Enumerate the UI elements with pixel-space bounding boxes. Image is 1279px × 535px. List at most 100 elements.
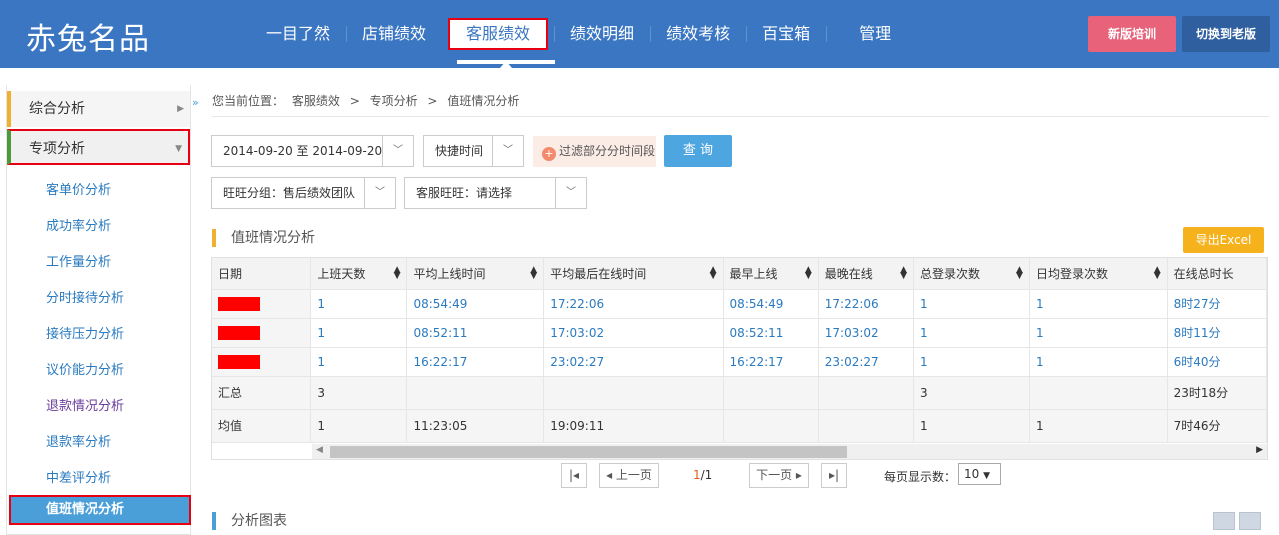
- scroll-right-icon[interactable]: ▶: [1256, 445, 1263, 455]
- table-cell: 23时18分: [1167, 376, 1267, 410]
- sidebar-item-success-rate[interactable]: 成功率分析: [46, 215, 111, 234]
- table-cell: 均值: [212, 409, 312, 443]
- table-cell[interactable]: 1: [310, 318, 408, 348]
- sidebar-item-workload[interactable]: 工作量分析: [46, 251, 111, 270]
- total-pages: /1: [700, 468, 713, 482]
- table-cell[interactable]: 1: [310, 347, 408, 377]
- column-header-workdays[interactable]: 上班天数 ▲ ▼: [310, 258, 408, 290]
- chevron-right-icon: ▶: [177, 104, 184, 114]
- export-excel-button[interactable]: 导出Excel: [1183, 227, 1264, 253]
- sidebar-item-bad-review[interactable]: 中差评分析: [46, 467, 111, 486]
- service-agent-select[interactable]: 客服旺旺：请选择 ﹀: [404, 177, 587, 209]
- chevron-down-icon[interactable]: ﹀: [555, 178, 586, 208]
- breadcrumb-link[interactable]: 客服绩效: [292, 94, 340, 108]
- quick-time-select[interactable]: 快捷时间 ﹀: [423, 135, 524, 167]
- sidebar-item-hourly-reception[interactable]: 分时接待分析: [46, 287, 124, 306]
- filter-time-period-label: 过滤部分分时间段: [559, 144, 656, 158]
- table-cell[interactable]: 1: [913, 289, 1030, 319]
- current-page: 1: [693, 468, 701, 482]
- horizontal-scrollbar[interactable]: ◀ ▶: [312, 444, 1267, 459]
- table-cell[interactable]: 1: [1029, 318, 1168, 348]
- nav-performance-review[interactable]: 绩效考核: [650, 22, 746, 46]
- column-header-daily-logins[interactable]: 日均登录次数 ▲ ▼: [1029, 258, 1168, 290]
- column-header-avg-last-online[interactable]: 平均最后在线时间 ▲ ▼: [543, 258, 724, 290]
- filter-time-period-button[interactable]: + 过滤部分分时间段: [533, 136, 656, 167]
- scroll-left-icon[interactable]: ◀: [316, 445, 323, 455]
- nav-overview[interactable]: 一目了然: [250, 22, 346, 46]
- table-cell[interactable]: 23:02:27: [818, 347, 915, 377]
- column-header-earliest-online[interactable]: 最早上线 ▲ ▼: [723, 258, 819, 290]
- first-page-icon: |◂: [568, 468, 580, 482]
- query-button[interactable]: 查 询: [664, 135, 732, 167]
- nav-performance-detail[interactable]: 绩效明细: [554, 22, 650, 46]
- table-cell[interactable]: 16:22:17: [406, 347, 545, 377]
- table-cell: 7时46分: [1167, 409, 1267, 443]
- sidebar-item-refund-status[interactable]: 退款情况分析: [46, 395, 124, 414]
- sidebar-item-duty-analysis[interactable]: 值班情况分析: [9, 495, 191, 525]
- nav-toolbox[interactable]: 百宝箱: [746, 22, 826, 46]
- table-cell[interactable]: 1: [1029, 289, 1168, 319]
- last-page-icon: ▸|: [828, 468, 840, 482]
- switch-old-version-button[interactable]: 切换到老版: [1182, 16, 1270, 52]
- table-cell[interactable]: 08:54:49: [723, 289, 819, 319]
- next-page-button[interactable]: 下一页 ▸: [749, 463, 809, 488]
- table-cell[interactable]: 08:52:11: [723, 318, 819, 348]
- nav-manage[interactable]: 管理: [826, 22, 907, 46]
- nav-shop-performance[interactable]: 店铺绩效: [346, 22, 442, 46]
- wangwang-group-value: 旺旺分组：售后绩效团队: [223, 186, 356, 200]
- table-cell[interactable]: 17:22:06: [818, 289, 915, 319]
- sidebar-item-refund-rate[interactable]: 退款率分析: [46, 431, 111, 450]
- date-cell-redacted: [212, 318, 312, 348]
- sidebar-item-bargaining[interactable]: 议价能力分析: [46, 359, 124, 378]
- bar-chart-icon[interactable]: [1239, 512, 1261, 530]
- column-header-date: 日期: [212, 258, 312, 290]
- app-logo[interactable]: 赤兔名品: [26, 14, 150, 58]
- breadcrumb-separator: >: [349, 94, 360, 108]
- prev-page-button[interactable]: ◂ 上一页: [599, 463, 659, 488]
- scrollbar-thumb[interactable]: [330, 446, 847, 458]
- table-cell: [543, 376, 724, 410]
- table-cell[interactable]: 23:02:27: [543, 347, 724, 377]
- column-header-online-duration[interactable]: 在线总时长: [1167, 258, 1267, 290]
- table-row: 1 08:54:49 17:22:06 08:54:49 17:22:06 1 …: [212, 289, 1267, 319]
- wangwang-group-select[interactable]: 旺旺分组：售后绩效团队 ﹀: [211, 177, 396, 209]
- last-page-button[interactable]: ▸|: [821, 463, 847, 488]
- table-cell[interactable]: 08:54:49: [406, 289, 545, 319]
- per-page-select[interactable]: 10 ▼: [958, 463, 1001, 485]
- sidebar-group-label: 综合分析: [29, 101, 85, 117]
- sidebar-group-comprehensive[interactable]: 综合分析 ▶: [7, 91, 190, 127]
- nav-service-performance[interactable]: 客服绩效: [448, 18, 549, 50]
- table-cell[interactable]: 8时11分: [1167, 318, 1267, 348]
- table-header-row: 日期 上班天数 ▲ ▼ 平均上线时间 ▲ ▼ 平均最后在线时间 ▲ ▼ 最早上线 ▲ ▼ 最晚在…: [212, 258, 1267, 290]
- chevron-down-icon[interactable]: ﹀: [492, 136, 523, 166]
- sidebar-item-reception-pressure[interactable]: 接待压力分析: [46, 323, 124, 342]
- column-header-avg-online[interactable]: 平均上线时间 ▲ ▼: [406, 258, 545, 290]
- chevron-down-icon[interactable]: ﹀: [382, 136, 413, 166]
- table-cell[interactable]: 08:52:11: [406, 318, 545, 348]
- column-header-latest-online[interactable]: 最晚在线 ▲ ▼: [818, 258, 915, 290]
- line-chart-icon[interactable]: [1213, 512, 1235, 530]
- column-header-total-logins[interactable]: 总登录次数 ▲ ▼: [913, 258, 1030, 290]
- new-training-button[interactable]: 新版培训: [1088, 16, 1176, 52]
- table-cell[interactable]: 8时27分: [1167, 289, 1267, 319]
- sidebar-group-special[interactable]: 专项分析 ▼: [7, 129, 190, 165]
- table-cell: 3: [310, 376, 408, 410]
- table-cell: 1: [310, 409, 408, 443]
- collapse-sidebar-icon[interactable]: »: [192, 96, 199, 109]
- table-cell[interactable]: 16:22:17: [723, 347, 819, 377]
- table-cell[interactable]: 1: [310, 289, 408, 319]
- table-cell[interactable]: 17:03:02: [543, 318, 724, 348]
- table-cell[interactable]: 1: [913, 347, 1030, 377]
- breadcrumb-link[interactable]: 专项分析: [370, 94, 418, 108]
- table-cell[interactable]: 1: [1029, 347, 1168, 377]
- chevron-down-icon[interactable]: ﹀: [364, 178, 395, 208]
- date-range-picker[interactable]: 2014-09-20 至 2014-09-20 ﹀: [211, 135, 414, 167]
- table-cell[interactable]: 6时40分: [1167, 347, 1267, 377]
- table-cell[interactable]: 17:22:06: [543, 289, 724, 319]
- sidebar: 综合分析 ▶ 专项分析 ▼ 客单价分析 成功率分析 工作量分析 分时接待分析 接…: [6, 85, 191, 535]
- sidebar-group-label: 专项分析: [29, 141, 85, 157]
- first-page-button[interactable]: |◂: [561, 463, 587, 488]
- table-cell[interactable]: 17:03:02: [818, 318, 915, 348]
- sidebar-item-avg-order[interactable]: 客单价分析: [46, 179, 111, 198]
- table-cell[interactable]: 1: [913, 318, 1030, 348]
